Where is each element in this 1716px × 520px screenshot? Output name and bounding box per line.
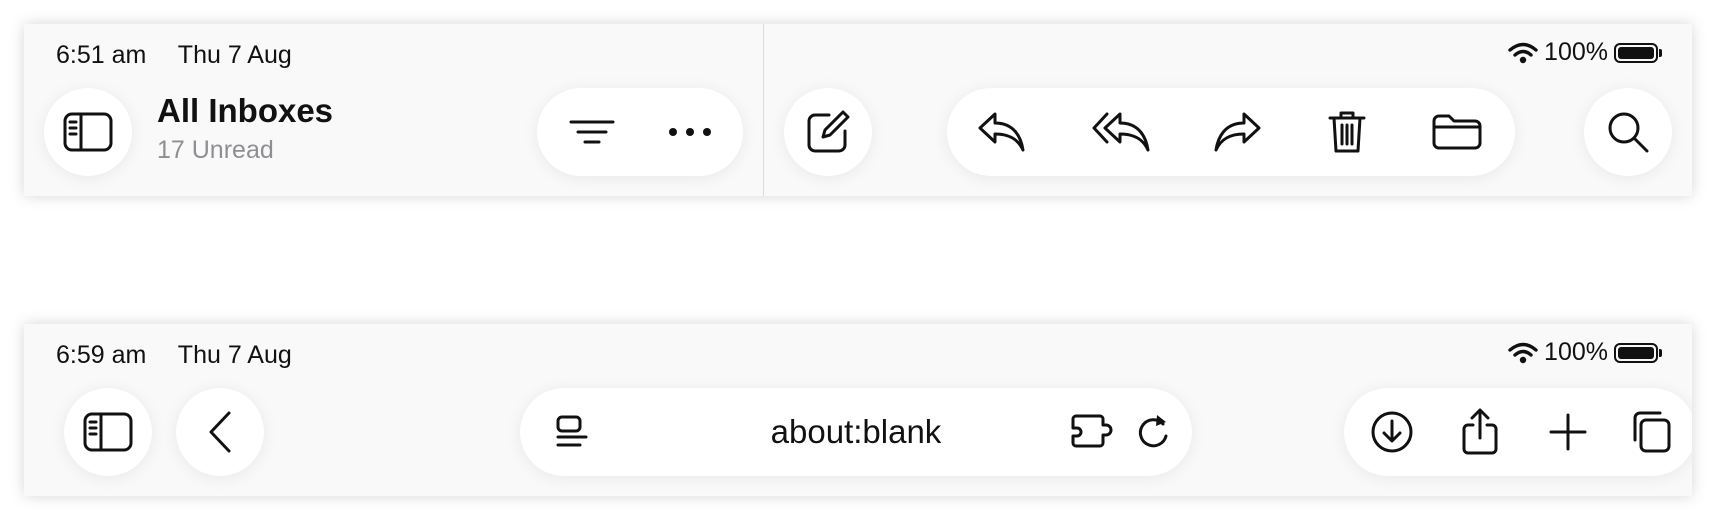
wifi-icon — [1508, 42, 1538, 63]
extensions-button[interactable] — [1060, 388, 1124, 476]
sidebar-icon — [83, 412, 133, 452]
sidebar-toggle-button[interactable] — [64, 388, 152, 476]
reply-button[interactable] — [957, 88, 1047, 176]
browser-actions-pill — [1344, 388, 1692, 476]
battery-percent: 100% — [1544, 338, 1608, 366]
more-button[interactable] — [645, 88, 735, 176]
status-bar-right: 100% — [1508, 38, 1662, 67]
tabs-icon — [1633, 411, 1671, 453]
trash-button[interactable] — [1302, 88, 1392, 176]
sidebar-toggle-button[interactable] — [44, 88, 132, 176]
search-icon — [1608, 112, 1649, 153]
message-actions-pill — [947, 88, 1515, 176]
forward-icon — [1214, 112, 1261, 152]
compose-button[interactable] — [784, 88, 872, 176]
filter-more-pill — [537, 88, 743, 176]
downloads-button[interactable] — [1352, 388, 1432, 476]
reply-icon — [978, 112, 1025, 152]
new-tab-button[interactable] — [1528, 388, 1608, 476]
split-divider — [763, 24, 764, 196]
battery-percent: 100% — [1544, 38, 1608, 66]
battery-icon — [1614, 42, 1662, 63]
folder-icon — [1432, 114, 1482, 150]
reload-icon — [1138, 415, 1168, 448]
unread-count: 17 Unread — [157, 136, 274, 164]
compose-icon — [807, 110, 850, 153]
more-icon — [669, 128, 711, 136]
status-date: Thu 7 Aug — [177, 41, 292, 69]
plus-icon — [1549, 413, 1587, 451]
safari-toolbar-panel: 6:59 am Thu 7 Aug 100% about:blank — [24, 324, 1692, 496]
filter-button[interactable] — [547, 88, 637, 176]
status-bar-right: 100% — [1508, 338, 1662, 367]
reply-all-button[interactable] — [1072, 88, 1172, 176]
filter-icon — [569, 120, 615, 144]
share-icon — [1462, 408, 1498, 455]
trash-icon — [1328, 111, 1366, 153]
share-button[interactable] — [1440, 388, 1520, 476]
page-menu-icon — [556, 415, 588, 447]
page-menu-button[interactable] — [542, 388, 602, 476]
forward-button[interactable] — [1187, 88, 1287, 176]
status-bar-left: 6:59 am Thu 7 Aug — [56, 341, 292, 370]
move-to-folder-button[interactable] — [1412, 88, 1502, 176]
tab-overview-button[interactable] — [1610, 388, 1690, 476]
extension-icon — [1071, 414, 1113, 448]
status-bar-left: 6:51 am Thu 7 Aug — [56, 41, 292, 70]
reload-button[interactable] — [1126, 388, 1180, 476]
back-icon — [209, 411, 231, 453]
back-button[interactable] — [176, 388, 264, 476]
download-icon — [1371, 411, 1413, 453]
mailbox-title: All Inboxes — [157, 92, 334, 129]
wifi-icon — [1508, 342, 1538, 363]
search-button[interactable] — [1584, 88, 1672, 176]
sidebar-icon — [63, 112, 113, 152]
status-time: 6:51 am — [56, 41, 147, 69]
battery-icon — [1614, 342, 1662, 363]
mail-toolbar-panel: 6:51 am Thu 7 Aug 100% All Inboxes 17 Un… — [24, 24, 1692, 196]
status-time: 6:59 am — [56, 341, 147, 369]
url-field[interactable]: about:blank — [720, 388, 992, 476]
address-bar[interactable]: about:blank — [520, 388, 1192, 476]
status-date: Thu 7 Aug — [177, 341, 292, 369]
reply-all-icon — [1092, 112, 1150, 152]
